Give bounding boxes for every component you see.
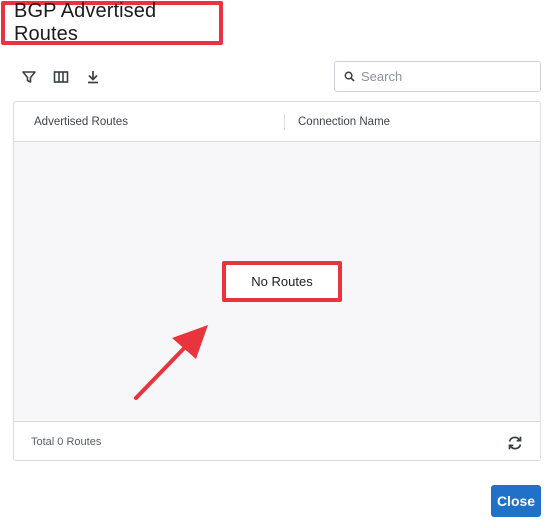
columns-icon (53, 71, 69, 83)
search-input[interactable] (361, 69, 531, 84)
dialog-title: BGP Advertised Routes (14, 0, 157, 45)
close-button[interactable]: Close (491, 485, 541, 517)
refresh-icon (508, 436, 522, 450)
total-count: Total 0 Routes (31, 435, 102, 448)
download-icon (88, 71, 98, 84)
table-header: Advertised Routes Connection Name (14, 102, 540, 142)
table-toolbar (18, 66, 104, 88)
download-button[interactable] (82, 66, 104, 88)
column-header-advertised-routes[interactable]: Advertised Routes (34, 102, 128, 142)
filter-icon (22, 71, 36, 83)
annotation-arrow-icon (134, 325, 208, 400)
search-icon (344, 71, 355, 82)
table-footer: Total 0 Routes (14, 421, 540, 460)
columns-button[interactable] (50, 66, 72, 88)
dialog-title-highlight: BGP Advertised Routes (1, 0, 223, 45)
empty-state-text: No Routes (251, 274, 313, 289)
column-divider[interactable] (284, 114, 285, 130)
empty-state-message: No Routes (222, 261, 342, 302)
column-header-connection-name[interactable]: Connection Name (298, 102, 390, 142)
bgp-routes-dialog: BGP Advertised Routes Search Advertised … (0, 0, 555, 528)
filter-button[interactable] (18, 66, 40, 88)
refresh-button[interactable] (504, 432, 526, 454)
search-field[interactable] (334, 61, 541, 92)
